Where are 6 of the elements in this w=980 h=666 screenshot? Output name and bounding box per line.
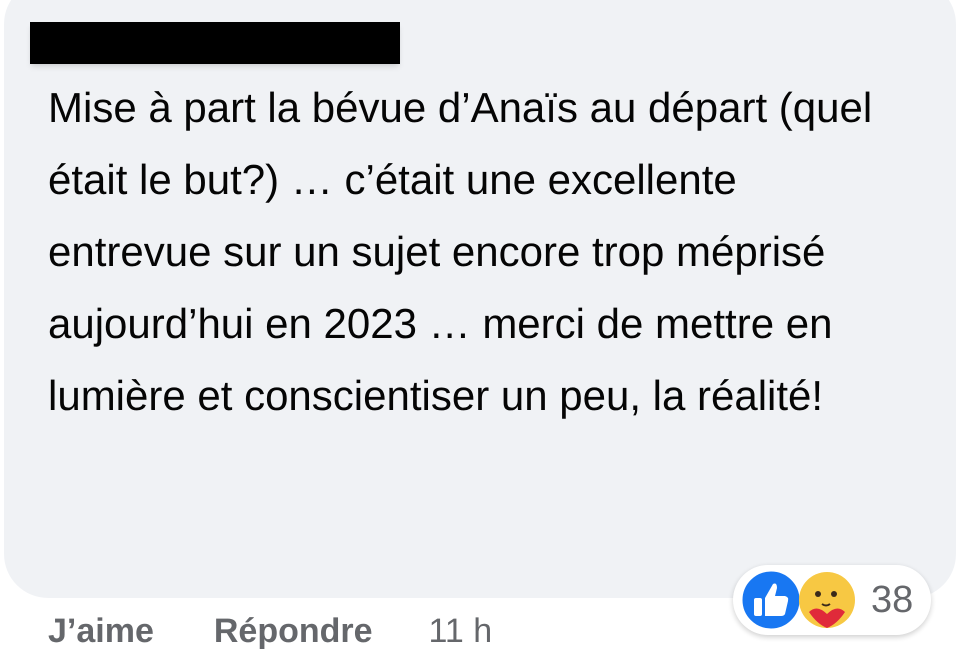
reactions-pill[interactable]: 38 <box>733 565 932 635</box>
comment-text: Mise à part la bévue d’Anaïs au départ (quel était le but?) … c’était une excellente entrevue sur un sujet encore trop méprisé aujourd’hui en 2023 … merci de mettre en lumière et conscientiser un peu, la réalité! <box>48 83 874 421</box>
timestamp: 11 h <box>428 611 492 652</box>
like-link[interactable]: J’aime <box>48 606 154 657</box>
reply-link[interactable]: Répondre <box>214 606 373 657</box>
reaction-count: 38 <box>871 578 914 622</box>
